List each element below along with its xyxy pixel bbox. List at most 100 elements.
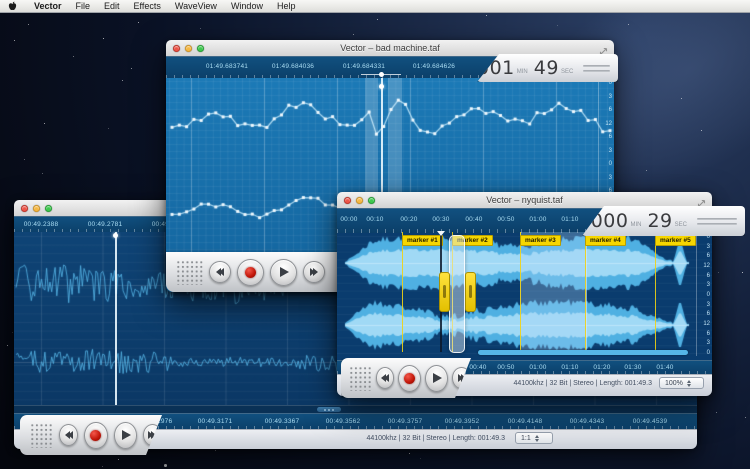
rewind-button[interactable] <box>376 367 395 389</box>
menu-item-window[interactable]: Window <box>224 0 270 12</box>
time-label: 00:10 <box>366 216 383 223</box>
time-label: 00:00 <box>340 216 357 223</box>
marker-label[interactable]: marker #1 <box>402 235 443 246</box>
marker-line[interactable] <box>585 232 586 352</box>
rewind-button[interactable] <box>209 261 231 283</box>
waveform-display[interactable]: marker #1marker #2marker #3marker #4mark… <box>337 232 712 360</box>
time-label: 00:49.2388 <box>24 221 59 228</box>
play-button[interactable] <box>425 365 448 392</box>
playhead-dot[interactable] <box>379 84 384 89</box>
file-info-text: 44100khz | 32 Bit | Stereo | Length: 001… <box>366 435 505 442</box>
db-label: 3 <box>707 302 710 308</box>
marker-line[interactable] <box>402 232 403 352</box>
menu-item-waveview[interactable]: WaveView <box>168 0 224 12</box>
db-label: 0 <box>609 161 612 167</box>
window-title: Vector – bad machine.taf <box>166 43 614 53</box>
time-label: 01:30 <box>624 364 641 371</box>
counter-slider[interactable] <box>697 215 737 227</box>
zoom-level-value: 1:1 <box>521 435 531 442</box>
db-label: 6 <box>707 331 710 337</box>
time-label: 01:49.683741 <box>206 63 248 70</box>
time-label: 00:49.3171 <box>198 418 233 425</box>
playhead-line[interactable] <box>115 232 117 405</box>
time-label: 00:49.3757 <box>388 418 423 425</box>
time-label: 00:49.4343 <box>570 418 605 425</box>
horizontal-scrollbar[interactable] <box>478 350 688 355</box>
zoom-level-value: 100% <box>665 380 683 387</box>
playhead-handle[interactable] <box>361 74 401 76</box>
db-label: 3 <box>707 340 710 346</box>
db-label: 12 <box>605 121 612 127</box>
selected-region[interactable] <box>520 232 587 352</box>
db-label: 6 <box>707 253 710 259</box>
speaker-grille-icon <box>349 366 372 391</box>
record-button[interactable] <box>237 259 264 286</box>
time-label: 01:00 <box>529 364 546 371</box>
menu-item-effects[interactable]: Effects <box>127 0 168 12</box>
loop-handle-left[interactable] <box>439 272 450 312</box>
db-label: 6 <box>609 107 612 113</box>
db-label: 0 <box>707 292 710 298</box>
transport-bar <box>341 358 471 398</box>
marker-line[interactable] <box>520 232 521 352</box>
play-icon <box>433 373 442 383</box>
play-icon <box>122 430 131 440</box>
rewind-icon <box>216 268 224 276</box>
record-button[interactable] <box>84 422 107 449</box>
time-label: 00:49.2781 <box>88 221 123 228</box>
db-label: 3 <box>707 282 710 288</box>
time-counter: 000 MIN 29 SEC <box>582 206 745 236</box>
db-label: 0 <box>707 350 710 356</box>
resize-icon[interactable] <box>697 195 706 204</box>
zoom-level-dropdown[interactable]: 100% <box>659 377 704 389</box>
stepper-icon <box>687 380 691 387</box>
rewind-icon <box>381 374 389 382</box>
menu-item-help[interactable]: Help <box>270 0 303 12</box>
fast-forward-button[interactable] <box>303 261 325 283</box>
zoom-level-dropdown[interactable]: 1:1 <box>515 432 553 444</box>
menu-item-app[interactable]: Vector <box>27 0 69 12</box>
db-label: 3 <box>609 175 612 181</box>
record-icon <box>90 430 101 441</box>
rewind-button[interactable] <box>59 424 78 446</box>
time-label: 01:49.684036 <box>272 63 314 70</box>
marker-line[interactable] <box>655 232 656 352</box>
minimize-button[interactable] <box>33 205 40 212</box>
db-label: 3 <box>609 148 612 154</box>
time-label: 01:00 <box>529 216 546 223</box>
time-label: 01:10 <box>561 216 578 223</box>
apple-menu-icon[interactable] <box>8 1 17 12</box>
time-label: 00:49.4148 <box>508 418 543 425</box>
loop-handle-right[interactable] <box>465 272 476 312</box>
window-title: Vector – nyquist.taf <box>337 195 712 205</box>
counter-minutes-unit: MIN <box>630 222 641 228</box>
counter-slider[interactable] <box>583 62 610 74</box>
resize-icon[interactable] <box>599 43 608 52</box>
playhead-dot[interactable] <box>113 233 118 238</box>
db-label: 6 <box>707 273 710 279</box>
play-button[interactable] <box>114 422 137 449</box>
menu-item-edit[interactable]: Edit <box>97 0 127 12</box>
db-label: 6 <box>707 311 710 317</box>
rewind-icon <box>65 431 73 439</box>
scrollbar-handle[interactable] <box>317 407 341 412</box>
marker-label[interactable]: marker #4 <box>585 235 626 246</box>
loop-region-handle[interactable] <box>449 235 465 353</box>
time-label: 00:49.3367 <box>265 418 300 425</box>
time-label: 00:40 <box>469 364 486 371</box>
marker-label[interactable]: marker #5 <box>655 235 696 246</box>
record-button[interactable] <box>398 365 421 392</box>
play-button[interactable] <box>270 259 297 286</box>
time-label: 00:40 <box>465 216 482 223</box>
record-icon <box>404 373 415 384</box>
window-nyquist: Vector – nyquist.taf 00:0000:1000:2000:3… <box>337 192 712 395</box>
db-scale-ruler: 036126303612630 <box>696 234 711 356</box>
zoom-button[interactable] <box>45 205 52 212</box>
menu-bar: Vector FileEditEffectsWaveViewWindowHelp <box>0 0 750 13</box>
close-button[interactable] <box>21 205 28 212</box>
time-label: 00:49.4539 <box>633 418 668 425</box>
marker-label[interactable]: marker #3 <box>520 235 561 246</box>
counter-seconds-unit: SEC <box>675 222 687 228</box>
speaker-grille-icon <box>176 260 203 285</box>
menu-item-file[interactable]: File <box>69 0 98 12</box>
